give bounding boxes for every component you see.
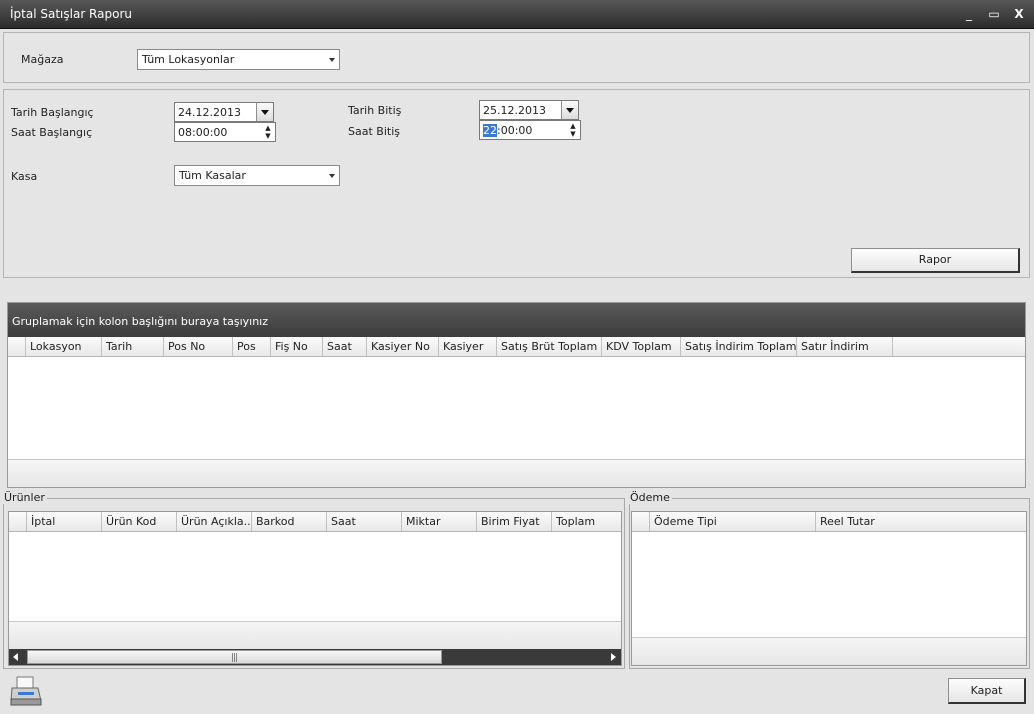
end-time-spinner[interactable]: 22:00:00 ▲ ▼ — [479, 120, 581, 140]
column-satir-indirim[interactable]: Satır İndirim — [797, 337, 893, 356]
column-miktar[interactable]: Miktar — [402, 512, 477, 531]
start-date-label: Tarih Başlangıç — [11, 106, 94, 119]
column-pos-no[interactable]: Pos No — [164, 337, 233, 356]
window-title: İptal Satışlar Raporu — [10, 7, 132, 21]
column-odeme-tipi[interactable]: Ödeme Tipi — [650, 512, 816, 531]
column-urun-kod[interactable]: Ürün Kod — [102, 512, 177, 531]
column-tarih[interactable]: Tarih — [102, 337, 164, 356]
end-date-label: Tarih Bitiş — [348, 104, 402, 117]
store-select-value: Tüm Lokasyonlar — [142, 53, 235, 66]
column-reel-tutar[interactable]: Reel Tutar — [816, 512, 1026, 531]
column-birim-fiyat[interactable]: Birim Fiyat — [477, 512, 552, 531]
column-iptal[interactable]: İptal — [27, 512, 102, 531]
spin-up-icon[interactable]: ▲ — [569, 123, 577, 130]
end-date-value: 25.12.2013 — [483, 104, 546, 117]
payment-grid-footer — [632, 637, 1026, 665]
column-toplam[interactable]: Toplam — [552, 512, 621, 531]
filter-panel: Tarih Başlangıç 24.12.2013 Saat Başlangı… — [3, 89, 1030, 278]
group-by-panel[interactable]: Gruplamak için kolon başlığını buraya ta… — [8, 303, 1025, 337]
scroll-grip-icon: ||| — [231, 653, 238, 663]
register-label: Kasa — [11, 170, 38, 183]
group-by-hint: Gruplamak için kolon başlığını buraya ta… — [12, 315, 269, 328]
store-select[interactable]: Tüm Lokasyonlar — [137, 49, 340, 70]
spin-down-icon[interactable]: ▼ — [264, 133, 272, 140]
start-date-picker[interactable]: 24.12.2013 — [174, 102, 274, 122]
calendar-dropdown-icon[interactable] — [561, 101, 578, 119]
register-select[interactable]: Tüm Kasalar — [174, 165, 340, 186]
scroll-thumb[interactable]: ||| — [27, 650, 442, 664]
scroll-right-icon[interactable] — [611, 653, 616, 661]
column-kasiyer-no[interactable]: Kasiyer No — [367, 337, 439, 356]
products-grid[interactable]: İptal Ürün Kod Ürün Açıkla... Barkod Saa… — [8, 511, 622, 666]
end-time-rest: :00:00 — [497, 124, 533, 137]
row-indicator-header — [8, 337, 26, 356]
store-panel: Mağaza Tüm Lokasyonlar — [3, 32, 1030, 83]
start-time-spinner[interactable]: 08:00:00 ▲ ▼ — [174, 122, 276, 142]
products-grid-footer — [9, 621, 621, 651]
column-satis-indirim-toplam[interactable]: Satış İndirim Toplam — [681, 337, 797, 356]
column-kdv-toplam[interactable]: KDV Toplam — [602, 337, 681, 356]
products-group: Ürünler İptal Ürün Kod Ürün Açıkla... Ba… — [2, 491, 625, 669]
payment-legend: Ödeme — [628, 491, 672, 504]
cancelled-sales-grid[interactable]: Gruplamak için kolon başlığını buraya ta… — [7, 302, 1026, 488]
chevron-down-icon — [329, 58, 335, 62]
end-date-picker[interactable]: 25.12.2013 — [479, 100, 579, 120]
end-time-hour-selection: 22 — [483, 124, 497, 137]
start-date-value: 24.12.2013 — [178, 106, 241, 119]
grid-header: Lokasyon Tarih Pos No Pos Fiş No Saat Ka… — [8, 337, 1025, 357]
report-button[interactable]: Rapor — [851, 248, 1020, 273]
chevron-down-icon — [329, 174, 335, 178]
products-grid-header: İptal Ürün Kod Ürün Açıkla... Barkod Saa… — [9, 512, 621, 532]
spin-up-icon[interactable]: ▲ — [264, 125, 272, 132]
payment-grid[interactable]: Ödeme Tipi Reel Tutar — [631, 511, 1027, 666]
start-time-label: Saat Başlangıç — [11, 126, 93, 139]
title-bar: İptal Satışlar Raporu _ ▭ X — [0, 0, 1034, 29]
end-time-value: 22:00:00 — [483, 124, 532, 137]
products-legend: Ürünler — [2, 491, 47, 504]
close-button[interactable]: Kapat — [948, 678, 1026, 704]
grid-footer — [8, 459, 1025, 487]
start-time-value: 08:00:00 — [178, 126, 228, 139]
register-select-value: Tüm Kasalar — [179, 169, 246, 182]
payment-group: Ödeme Ödeme Tipi Reel Tutar — [628, 491, 1030, 669]
column-lokasyon[interactable]: Lokasyon — [26, 337, 102, 356]
column-fis-no[interactable]: Fiş No — [271, 337, 323, 356]
scroll-left-icon[interactable] — [13, 653, 18, 661]
store-label: Mağaza — [21, 53, 64, 66]
column-barkod[interactable]: Barkod — [252, 512, 327, 531]
column-kasiyer[interactable]: Kasiyer — [439, 337, 497, 356]
end-time-label: Saat Bitiş — [348, 125, 400, 138]
products-horizontal-scrollbar[interactable]: ||| — [9, 649, 621, 665]
column-satis-brut-toplam[interactable]: Satış Brüt Toplam — [497, 337, 602, 356]
print-button[interactable] — [9, 675, 43, 707]
row-indicator-header — [632, 512, 650, 531]
close-window-button[interactable]: X — [1011, 6, 1027, 22]
calendar-dropdown-icon[interactable] — [256, 103, 273, 121]
minimize-button[interactable]: _ — [961, 6, 977, 22]
spin-down-icon[interactable]: ▼ — [569, 131, 577, 138]
column-urun-aciklama[interactable]: Ürün Açıkla... — [177, 512, 252, 531]
column-saat[interactable]: Saat — [323, 337, 367, 356]
column-saat[interactable]: Saat — [327, 512, 402, 531]
payment-grid-header: Ödeme Tipi Reel Tutar — [632, 512, 1026, 532]
column-pos[interactable]: Pos — [233, 337, 271, 356]
row-indicator-header — [9, 512, 27, 531]
printer-icon — [10, 676, 42, 706]
maximize-button[interactable]: ▭ — [986, 6, 1002, 22]
